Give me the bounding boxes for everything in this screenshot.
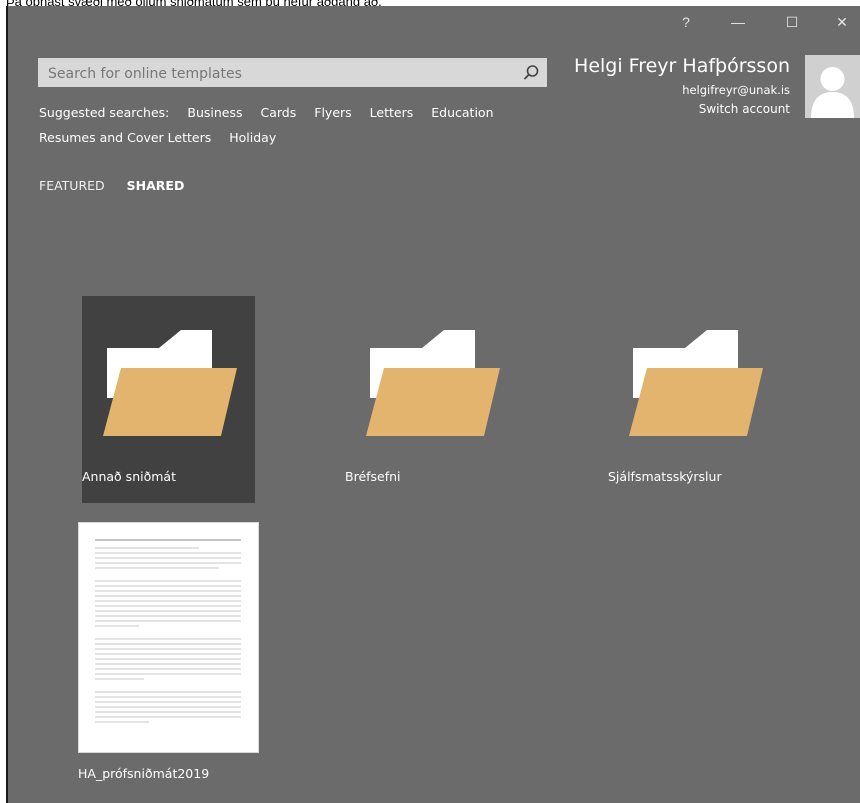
tab-featured[interactable]: FEATURED: [39, 178, 105, 193]
folder-tile-annad[interactable]: Annað sniðmát: [82, 296, 255, 503]
folder-label: Sjálfsmatsskýrslur: [608, 469, 722, 484]
folder-tile-sjalfsmats[interactable]: Sjálfsmatsskýrslur: [608, 296, 781, 503]
document-template-thumbnail[interactable]: [78, 522, 259, 753]
suggested-searches-row1: Suggested searches: Business Cards Flyers Le…: [39, 105, 512, 120]
suggested-searches-row2: Resumes and Cover Letters Holiday: [39, 130, 294, 145]
template-tabs: FEATURED SHARED: [39, 178, 206, 193]
suggestion-flyers[interactable]: Flyers: [314, 105, 351, 120]
folder-label: Annað sniðmát: [82, 469, 176, 484]
folder-tile-brefsefni[interactable]: Bréfsefni: [345, 296, 518, 503]
maximize-button[interactable]: ☐: [772, 8, 812, 36]
user-email: helgifreyr@unak.is: [682, 83, 790, 97]
suggestion-business[interactable]: Business: [187, 105, 242, 120]
suggestion-education[interactable]: Education: [431, 105, 493, 120]
tab-shared[interactable]: SHARED: [127, 178, 185, 193]
help-button[interactable]: ?: [666, 8, 706, 36]
switch-account-link[interactable]: Switch account: [699, 102, 790, 116]
user-name: Helgi Freyr Hafþórsson: [574, 55, 790, 77]
folder-label: Bréfsefni: [345, 469, 401, 484]
suggested-searches-label: Suggested searches:: [39, 105, 170, 120]
document-preview-icon: [95, 539, 241, 723]
user-silhouette-icon: [811, 67, 854, 118]
search-input[interactable]: [38, 58, 520, 89]
minimize-button[interactable]: —: [718, 8, 758, 36]
folder-icon: [103, 330, 237, 436]
search-icon[interactable]: [521, 63, 541, 83]
templates-window: ? — ☐ ✕ Suggested searches: Business Cards…: [6, 6, 860, 803]
suggestion-letters[interactable]: Letters: [370, 105, 414, 120]
suggestion-holiday[interactable]: Holiday: [229, 130, 276, 145]
suggestion-cards[interactable]: Cards: [261, 105, 297, 120]
avatar[interactable]: [805, 55, 860, 118]
folder-icon: [366, 330, 500, 436]
document-template-label: HA_prófsniðmát2019: [78, 766, 210, 781]
suggestion-resumes[interactable]: Resumes and Cover Letters: [39, 130, 211, 145]
folder-icon: [629, 330, 763, 436]
search-box: [38, 58, 547, 89]
close-button[interactable]: ✕: [822, 8, 860, 36]
